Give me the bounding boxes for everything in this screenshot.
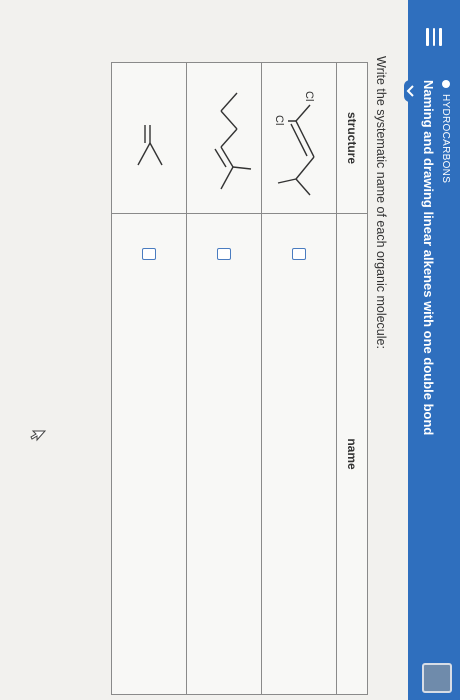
name-answer-input[interactable] (217, 248, 231, 260)
atom-label: Cl (303, 91, 315, 101)
mouse-cursor-icon (30, 430, 46, 442)
name-column-header: name (336, 213, 368, 695)
molecule-2-structure (214, 92, 252, 190)
atom-label: Cl (273, 115, 285, 125)
structure-cell (111, 62, 187, 214)
structure-cell (186, 62, 262, 214)
topic-dot-icon (442, 80, 450, 88)
table-row (186, 62, 262, 695)
table-header-row: structure name (336, 62, 368, 695)
collapse-header-button[interactable] (404, 80, 418, 102)
topic-text: HYDROCARBONS (440, 94, 452, 184)
header-bar: HYDROCARBONS Naming and drawing linear a… (408, 0, 460, 700)
question-table: structure name Cl Cl (30, 62, 368, 695)
app-window: HYDROCARBONS Naming and drawing linear a… (0, 0, 460, 700)
topic-label: HYDROCARBONS (438, 80, 454, 183)
name-answer-input[interactable] (292, 248, 306, 260)
name-answer-cell (186, 213, 262, 695)
table-row (30, 62, 187, 695)
table-row: Cl Cl (261, 62, 337, 695)
name-answer-cell (261, 213, 337, 695)
molecule-3-structure (137, 125, 163, 166)
structure-column-header: structure (336, 62, 368, 214)
toolbar-action-button[interactable] (422, 663, 452, 693)
structure-cell: Cl Cl (261, 62, 337, 214)
instruction-text: Write the systematic name of each organi… (374, 56, 388, 349)
lesson-title: Naming and drawing linear alkenes with o… (421, 80, 436, 436)
name-answer-input[interactable] (142, 248, 156, 260)
chevron-down-icon (407, 85, 415, 97)
name-answer-cell (30, 213, 187, 695)
menu-icon (426, 28, 442, 46)
molecule-1-structure: Cl Cl (273, 91, 315, 196)
menu-button[interactable] (424, 26, 444, 48)
